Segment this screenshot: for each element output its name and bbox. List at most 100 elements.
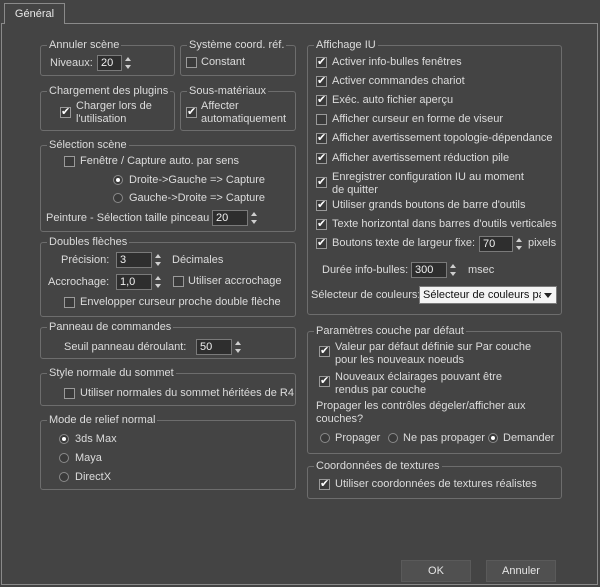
stack-collapse-warning-checkbox[interactable] (316, 151, 327, 164)
undo-levels-label: Niveaux: (50, 57, 93, 69)
chevron-down-icon[interactable] (544, 293, 552, 298)
new-lights-by-layer-checkbox[interactable] (319, 374, 330, 387)
color-selector-dropdown[interactable]: Sélecteur de couleurs par (419, 286, 557, 304)
real-world-coords-checkbox[interactable] (319, 477, 330, 490)
propagate-question: Propager les contrôles dégeler/afficher … (316, 400, 526, 425)
coord-system-group-title: Système coord. réf. (187, 38, 287, 52)
autorun-preview-checkbox[interactable] (316, 93, 327, 106)
left-right-label: Gauche->Droite => Capture (129, 192, 266, 204)
auto-assign-checkbox[interactable] (186, 105, 197, 118)
spinner-arrows-icon[interactable] (233, 339, 243, 355)
viewport-tooltips-checkbox[interactable] (316, 55, 327, 68)
by-layer-default-label: Valeur par défaut définie sur Par couche… (335, 341, 532, 366)
topology-warning-checkbox[interactable] (316, 131, 327, 144)
autorun-preview-label: Exéc. auto fichier aperçu (332, 94, 454, 106)
bump-directx-label: DirectX (75, 471, 112, 483)
propagate-radio[interactable] (320, 433, 330, 443)
large-toolbar-buttons-checkbox[interactable] (316, 198, 327, 211)
load-on-use-label: Charger lors de l'utilisation (76, 100, 152, 125)
color-selector-value: Sélecteur de couleurs par (423, 289, 541, 301)
spinner-arrows-icon[interactable] (153, 252, 163, 268)
layer-defaults-group-title: Paramètres couche par défaut (314, 324, 466, 338)
horizontal-text-label: Texte horizontal dans barres d'outils ve… (332, 218, 557, 230)
ui-display-group-title: Affichage IU (314, 38, 378, 52)
do-not-propagate-radio[interactable] (388, 433, 398, 443)
load-on-use-checkbox[interactable] (60, 105, 71, 118)
msec-label: msec (468, 264, 495, 276)
auto-window-checkbox[interactable] (64, 156, 75, 167)
pixels-label: pixels (528, 237, 557, 249)
auto-window-label: Fenêtre / Capture auto. par sens (80, 155, 239, 167)
dolly-controls-label: Activer commandes chariot (332, 75, 465, 87)
rollout-threshold-label: Seuil panneau déroulant: (64, 341, 187, 353)
right-left-label: Droite->Gauche => Capture (129, 174, 266, 186)
fixed-width-text-label: Boutons texte de largeur fixe: (332, 237, 476, 249)
rollout-threshold-spinner[interactable]: 50 (196, 339, 241, 355)
brush-size-label: Peinture - Sélection taille pinceau (46, 212, 210, 224)
snap-spinner[interactable]: 1,0 (116, 274, 161, 290)
bump-maya-radio[interactable] (59, 453, 69, 463)
right-left-radio[interactable] (113, 175, 123, 185)
cancel-button[interactable]: Annuler (486, 560, 556, 582)
ask-label: Demander (503, 432, 555, 444)
double-arrows-group-title: Doubles flèches (47, 235, 130, 249)
spinner-arrows-icon[interactable] (153, 274, 163, 290)
crosshair-cursor-checkbox[interactable] (316, 114, 327, 125)
wrap-cursor-checkbox[interactable] (64, 297, 75, 308)
save-ui-config-checkbox[interactable] (316, 175, 327, 188)
tab-general[interactable]: Général (4, 3, 65, 24)
tooltip-delay-label: Durée info-bulles: (322, 264, 409, 276)
constant-label: Constant (201, 56, 246, 68)
auto-assign-label: Affecter automatiquement (201, 100, 286, 125)
plugin-loading-group-title: Chargement des plugins (47, 84, 171, 98)
constant-checkbox[interactable] (186, 57, 197, 68)
bump-3dsmax-radio[interactable] (59, 434, 69, 444)
legacy-normals-label: Utiliser normales du sommet héritées de … (80, 387, 294, 399)
snap-label: Accrochage: (48, 276, 110, 288)
spinner-arrows-icon[interactable] (448, 262, 458, 278)
precision-value: 3 (120, 254, 127, 266)
spinner-arrows-icon[interactable] (249, 210, 259, 226)
spinner-arrows-icon[interactable] (514, 236, 524, 252)
bump-directx-radio[interactable] (59, 472, 69, 482)
command-panel-group-title: Panneau de commandes (47, 320, 174, 334)
new-lights-by-layer-label: Nouveaux éclairages pouvant être rendus … (335, 371, 502, 396)
save-ui-config-label: Enregistrer configuration IU au moment d… (332, 171, 524, 196)
horizontal-text-checkbox[interactable] (316, 217, 327, 230)
use-snap-label: Utiliser accrochage (188, 275, 282, 287)
do-not-propagate-label: Ne pas propager (403, 432, 485, 444)
ok-button[interactable]: OK (401, 560, 471, 582)
fixed-width-value: 70 (483, 238, 496, 250)
dolly-controls-checkbox[interactable] (316, 74, 327, 87)
ask-radio[interactable] (488, 433, 498, 443)
decimals-label: Décimales (172, 254, 224, 266)
texture-coords-group-title: Coordonnées de textures (314, 459, 442, 473)
viewport-tooltips-label: Activer info-bulles fenêtres (332, 56, 462, 68)
use-snap-checkbox[interactable] (173, 276, 184, 287)
stack-collapse-warning-label: Afficher avertissement réduction pile (332, 152, 510, 164)
legacy-normals-checkbox[interactable] (64, 388, 75, 399)
fixed-width-text-checkbox[interactable] (316, 236, 327, 249)
undo-group-title: Annuler scène (47, 38, 122, 52)
by-layer-default-checkbox[interactable] (319, 344, 330, 357)
undo-levels-spinner[interactable]: 20 (97, 55, 131, 71)
snap-value: 1,0 (120, 276, 136, 288)
scene-selection-group-title: Sélection scène (47, 138, 129, 152)
wrap-cursor-label: Envelopper curseur proche double flèche (80, 296, 281, 308)
vertex-normal-group-title: Style normale du sommet (47, 366, 176, 380)
crosshair-cursor-label: Afficher curseur en forme de viseur (332, 113, 503, 125)
precision-spinner[interactable]: 3 (116, 252, 161, 268)
color-selector-label: Sélecteur de couleurs: (311, 289, 421, 301)
bump-mode-group-title: Mode de relief normal (47, 413, 158, 427)
left-right-radio[interactable] (113, 193, 123, 203)
fixed-width-spinner[interactable]: 70 (479, 236, 522, 252)
spinner-arrows-icon[interactable] (123, 55, 133, 71)
bump-3dsmax-label: 3ds Max (75, 433, 117, 445)
sub-materials-group-title: Sous-matériaux (187, 84, 269, 98)
brush-size-spinner[interactable]: 20 (212, 210, 257, 226)
tooltip-delay-spinner[interactable]: 300 (411, 262, 456, 278)
rollout-threshold-value: 50 (200, 341, 213, 353)
propagate-label: Propager (335, 432, 381, 444)
large-toolbar-buttons-label: Utiliser grands boutons de barre d'outil… (332, 199, 526, 211)
undo-levels-value: 20 (101, 57, 114, 69)
